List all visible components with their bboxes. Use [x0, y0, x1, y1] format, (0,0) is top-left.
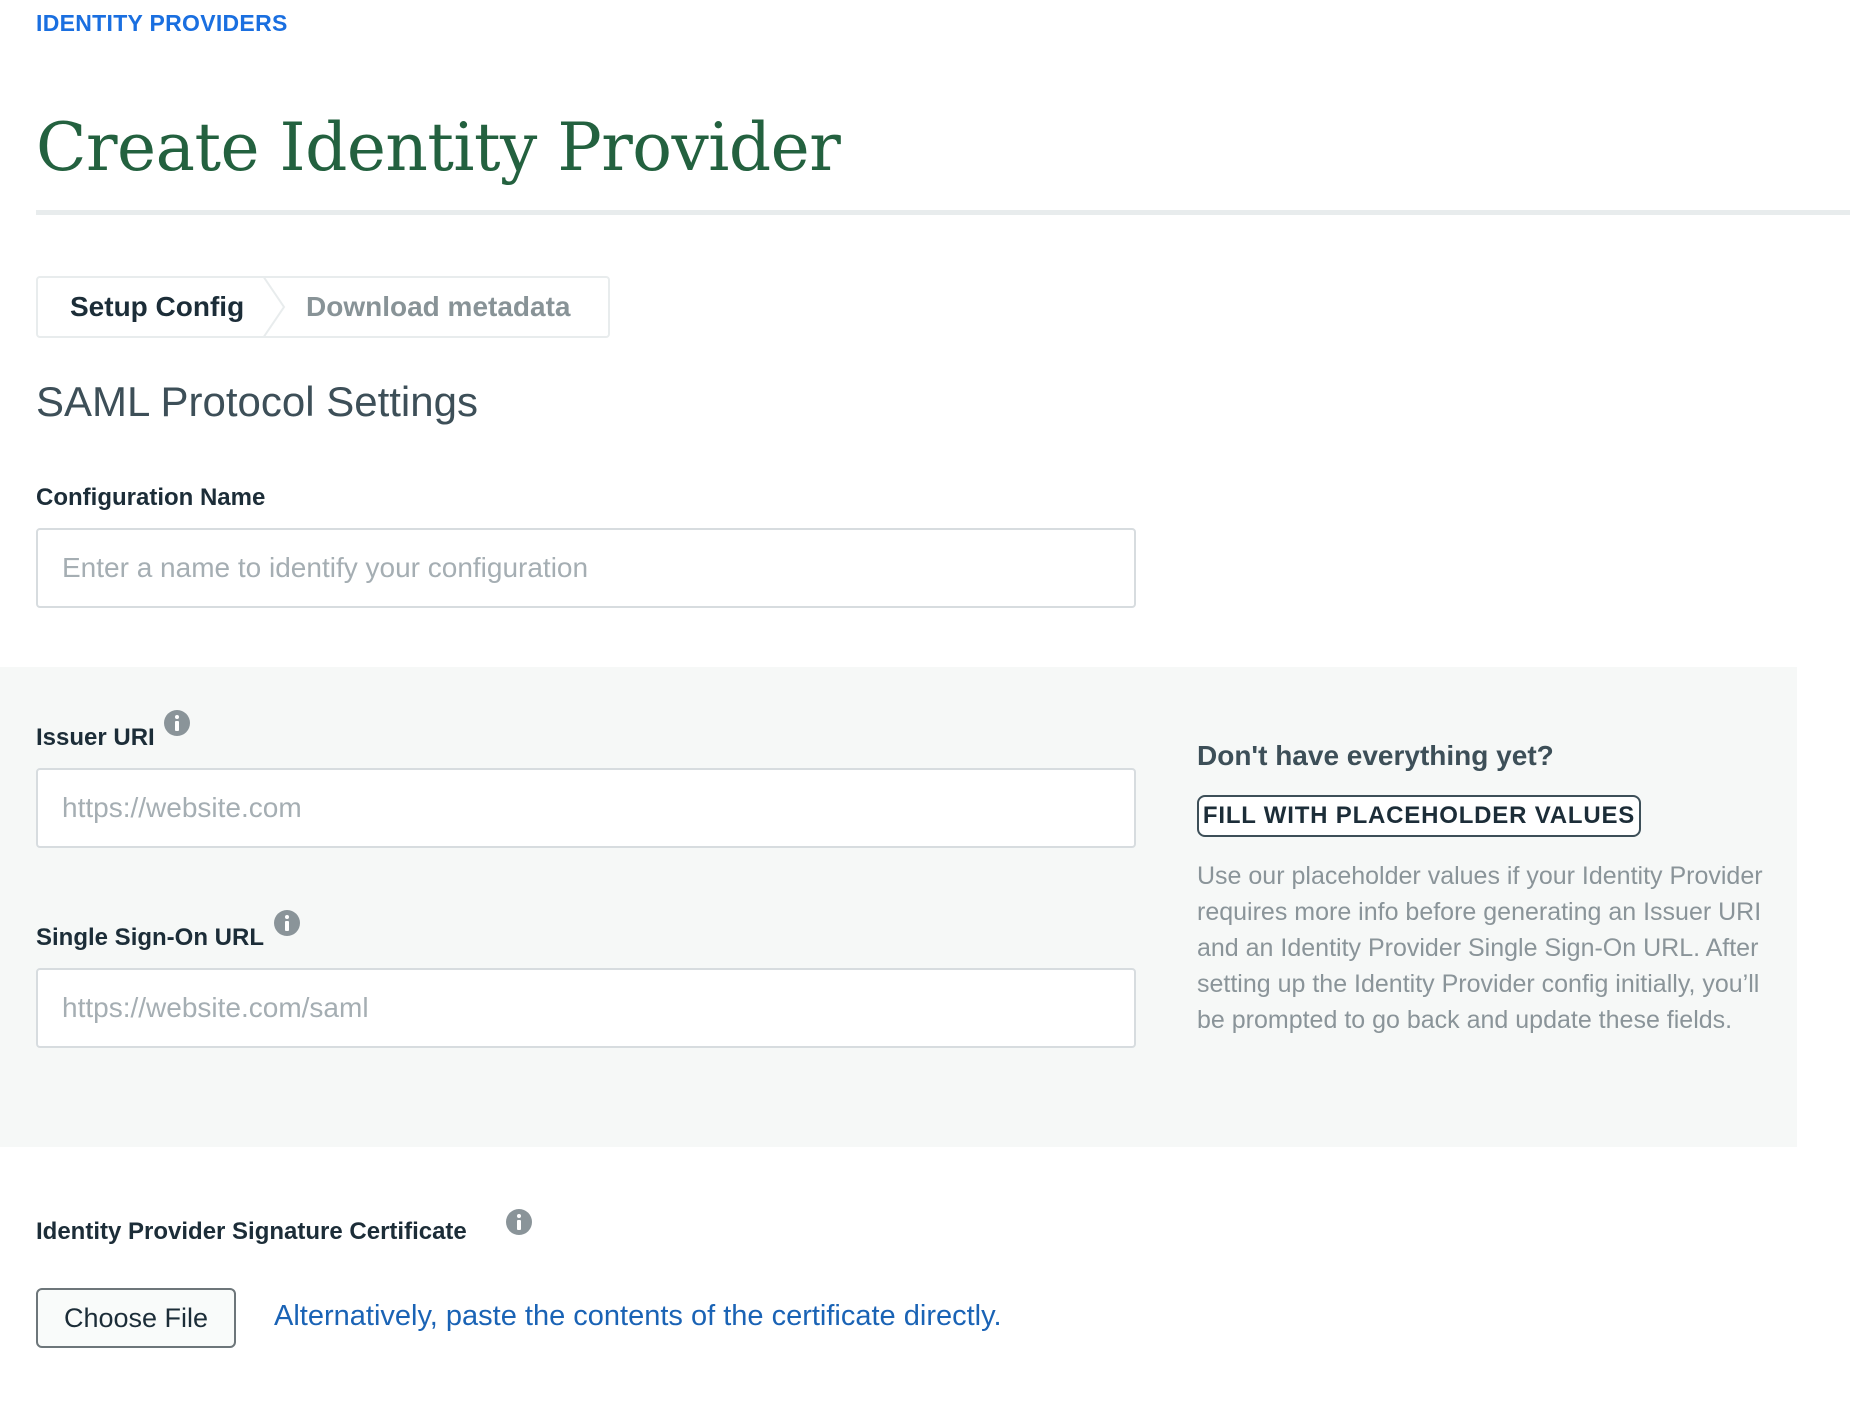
title-divider	[36, 210, 1850, 215]
step-download-metadata[interactable]: Download metadata	[306, 278, 570, 336]
single-sign-on-url-label: Single Sign-On URL	[36, 924, 264, 951]
section-title: SAML Protocol Settings	[36, 378, 478, 425]
stepper: Setup Config Download metadata	[36, 276, 610, 338]
single-sign-on-url-input[interactable]	[36, 968, 1136, 1048]
page-title: Create Identity Provider	[36, 109, 841, 186]
choose-file-button[interactable]: Choose File	[36, 1288, 236, 1348]
issuer-uri-input[interactable]	[36, 768, 1136, 848]
configuration-name-label: Configuration Name	[36, 484, 266, 511]
fill-placeholder-values-button[interactable]: FILL WITH PLACEHOLDER VALUES	[1197, 795, 1641, 837]
placeholder-help-description: Use our placeholder values if your Ident…	[1197, 862, 1763, 1034]
info-icon[interactable]	[274, 910, 300, 936]
breadcrumb-identity-providers[interactable]: IDENTITY PROVIDERS	[36, 10, 288, 37]
signature-certificate-label: Identity Provider Signature Certificate	[36, 1218, 467, 1245]
info-icon[interactable]	[164, 710, 190, 736]
info-icon[interactable]	[506, 1209, 532, 1235]
issuer-uri-label: Issuer URI	[36, 724, 155, 751]
create-identity-provider-page: IDENTITY PROVIDERS Create Identity Provi…	[0, 0, 1850, 1404]
paste-certificate-link[interactable]: Alternatively, paste the contents of the…	[274, 1300, 1002, 1333]
placeholder-help-title: Don't have everything yet?	[1197, 740, 1554, 771]
chevron-right-icon	[262, 276, 286, 338]
configuration-name-input[interactable]	[36, 528, 1136, 608]
step-setup-config[interactable]: Setup Config	[70, 278, 244, 336]
